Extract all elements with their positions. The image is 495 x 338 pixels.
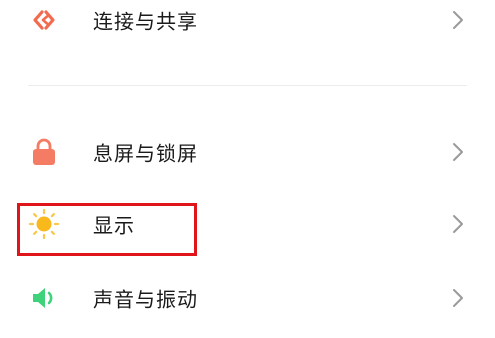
settings-screen: 连接与共享 息屏与锁屏 显示 声音与振动	[0, 0, 495, 338]
chevron-right-icon	[453, 289, 463, 307]
chevron-right-icon	[453, 143, 463, 161]
settings-item-label: 连接与共享	[93, 9, 198, 34]
connection-share-icon	[33, 10, 55, 30]
speaker-icon	[33, 288, 53, 308]
settings-item-lock-screen[interactable]: 息屏与锁屏	[0, 122, 495, 182]
settings-item-label: 息屏与锁屏	[93, 141, 198, 166]
chevron-right-icon	[453, 11, 463, 29]
settings-item-label: 声音与振动	[93, 287, 198, 312]
lock-icon	[33, 138, 55, 165]
settings-item-connection-share[interactable]: 连接与共享	[0, 0, 495, 50]
settings-item-sound-vibration[interactable]: 声音与振动	[0, 268, 495, 328]
chevron-right-icon	[453, 215, 463, 233]
highlight-box	[17, 203, 197, 256]
section-divider	[28, 85, 467, 86]
